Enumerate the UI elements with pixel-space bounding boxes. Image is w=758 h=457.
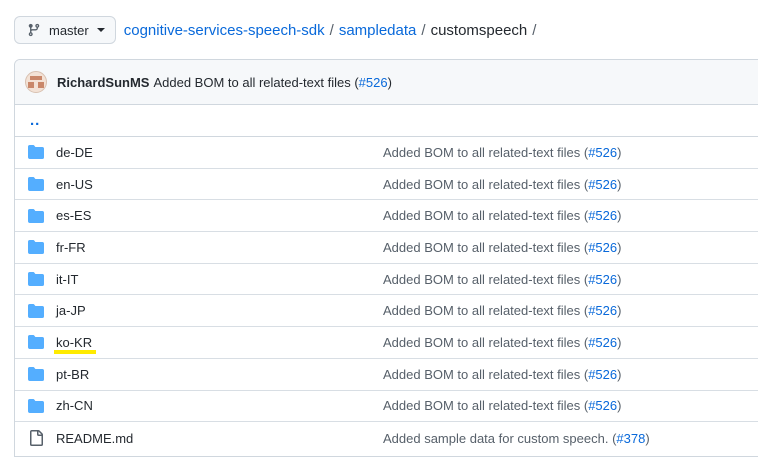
file-commit-message: Added BOM to all related-text files (#52… (383, 367, 621, 382)
commit-message-text: Added BOM to all related-text files ( (153, 74, 359, 90)
file-commit-message-text[interactable]: Added BOM to all related-text files ( (383, 208, 588, 223)
file-commit-message: Added BOM to all related-text files (#52… (383, 145, 621, 160)
file-name-link[interactable]: de-DE (56, 145, 383, 160)
file-commit-message-suffix: ) (617, 366, 622, 382)
breadcrumb-folder-link[interactable]: sampledata (339, 22, 417, 39)
file-commit-pr-link[interactable]: #526 (588, 272, 617, 287)
file-commit-message: Added BOM to all related-text files (#52… (383, 177, 621, 192)
file-name-link[interactable]: fr-FR (56, 240, 383, 255)
breadcrumb-current: customspeech (430, 21, 528, 39)
branch-select-button[interactable]: master (14, 16, 116, 44)
file-commit-pr-link[interactable]: #526 (588, 367, 617, 382)
file-row[interactable]: ja-JP Added BOM to all related-text files… (15, 295, 758, 328)
file-commit-message-suffix: ) (617, 303, 622, 319)
file-row[interactable]: pt-BR Added BOM to all related-text files… (15, 359, 758, 391)
file-name-link[interactable]: en-US (56, 177, 383, 192)
git-branch-icon (28, 23, 40, 37)
file-row[interactable]: es-ES Added BOM to all related-text files… (15, 200, 758, 233)
file-commit-message-text[interactable]: Added BOM to all related-text files ( (383, 335, 588, 350)
file-commit-message-suffix: ) (645, 430, 650, 446)
folder-icon (28, 398, 44, 413)
folder-icon (28, 177, 44, 192)
file-row[interactable]: it-IT Added BOM to all related-text files… (15, 264, 758, 296)
file-row[interactable]: fr-FR Added BOM to all related-text files… (15, 232, 758, 264)
file-commit-message-suffix: ) (617, 239, 622, 255)
file-name-link[interactable]: zh-CN (56, 398, 383, 413)
file-row[interactable]: de-DE Added BOM to all related-text files… (15, 137, 758, 169)
file-commit-message: Added BOM to all related-text files (#52… (383, 398, 621, 413)
folder-icon (28, 208, 44, 223)
file-browser: RichardSunMS Added BOM to all related-te… (14, 59, 758, 457)
latest-commit: RichardSunMS Added BOM to all related-te… (15, 60, 758, 105)
file-name-link[interactable]: pt-BR (56, 367, 383, 382)
folder-icon (28, 367, 44, 382)
file-commit-pr-link[interactable]: #526 (588, 303, 617, 318)
file-commit-message-suffix: ) (617, 271, 622, 287)
file-commit-message-text[interactable]: Added BOM to all related-text files ( (383, 398, 588, 413)
file-commit-pr-link[interactable]: #526 (588, 208, 617, 223)
topbar: master cognitive-services-speech-sdk / s… (14, 16, 541, 44)
file-commit-message: Added BOM to all related-text files (#52… (383, 272, 621, 287)
file-row[interactable]: zh-CN Added BOM to all related-text files… (15, 391, 758, 423)
file-commit-message-suffix: ) (617, 176, 622, 192)
file-name-link[interactable]: es-ES (56, 208, 383, 223)
file-name-link[interactable]: ko-KR (54, 335, 383, 354)
file-icon (30, 430, 43, 447)
folder-icon (28, 272, 44, 287)
breadcrumb: cognitive-services-speech-sdk / sampleda… (124, 22, 542, 39)
file-commit-message: Added sample data for custom speech. (#3… (383, 431, 650, 446)
file-row[interactable]: ko-KR Added BOM to all related-text files… (15, 327, 758, 359)
file-row[interactable]: README.md Added sample data for custom sp… (15, 422, 758, 454)
commit-author-link[interactable]: RichardSunMS (57, 75, 149, 90)
chevron-down-icon (96, 28, 105, 32)
file-name-link[interactable]: README.md (56, 431, 383, 446)
file-commit-message: Added BOM to all related-text files (#52… (383, 240, 621, 255)
breadcrumb-separator: / (532, 21, 537, 39)
file-list: de-DE Added BOM to all related-text files… (15, 137, 758, 454)
file-name-link[interactable]: ja-JP (56, 303, 383, 318)
file-commit-message-text[interactable]: Added BOM to all related-text files ( (383, 367, 588, 382)
branch-label: master (49, 22, 89, 38)
file-commit-message-text[interactable]: Added BOM to all related-text files ( (383, 240, 588, 255)
file-commit-message-text[interactable]: Added sample data for custom speech. ( (383, 431, 616, 446)
parent-directory-row[interactable]: .. (15, 105, 758, 137)
breadcrumb-separator: / (421, 21, 426, 39)
file-row[interactable]: en-US Added BOM to all related-text files… (15, 169, 758, 201)
folder-icon (28, 145, 44, 160)
commit-message-suffix: ) (387, 74, 392, 90)
file-commit-message-text[interactable]: Added BOM to all related-text files ( (383, 145, 588, 160)
folder-icon (28, 303, 44, 318)
file-commit-pr-link[interactable]: #526 (588, 335, 617, 350)
file-commit-message: Added BOM to all related-text files (#52… (383, 335, 621, 350)
file-commit-message-text[interactable]: Added BOM to all related-text files ( (383, 272, 588, 287)
file-commit-message-suffix: ) (617, 398, 622, 414)
file-commit-pr-link[interactable]: #526 (588, 145, 617, 160)
parent-directory-link[interactable]: .. (30, 112, 40, 129)
folder-icon (28, 335, 44, 350)
file-commit-message-text[interactable]: Added BOM to all related-text files ( (383, 303, 588, 318)
file-commit-message-text[interactable]: Added BOM to all related-text files ( (383, 177, 588, 192)
commit-pr-link[interactable]: #526 (359, 75, 388, 90)
commit-message: Added BOM to all related-text files (#52… (153, 75, 391, 90)
breadcrumb-repo-link[interactable]: cognitive-services-speech-sdk (124, 22, 325, 39)
file-commit-pr-link[interactable]: #526 (588, 177, 617, 192)
file-commit-message-suffix: ) (617, 334, 622, 350)
file-commit-pr-link[interactable]: #526 (588, 398, 617, 413)
folder-icon (28, 240, 44, 255)
avatar[interactable] (25, 71, 47, 93)
file-commit-pr-link[interactable]: #526 (588, 240, 617, 255)
file-commit-message-suffix: ) (617, 144, 622, 160)
file-commit-message: Added BOM to all related-text files (#52… (383, 303, 621, 318)
file-commit-message: Added BOM to all related-text files (#52… (383, 208, 621, 223)
file-name-link[interactable]: it-IT (56, 272, 383, 287)
file-commit-message-suffix: ) (617, 208, 622, 224)
file-commit-pr-link[interactable]: #378 (616, 431, 645, 446)
breadcrumb-separator: / (329, 21, 334, 39)
